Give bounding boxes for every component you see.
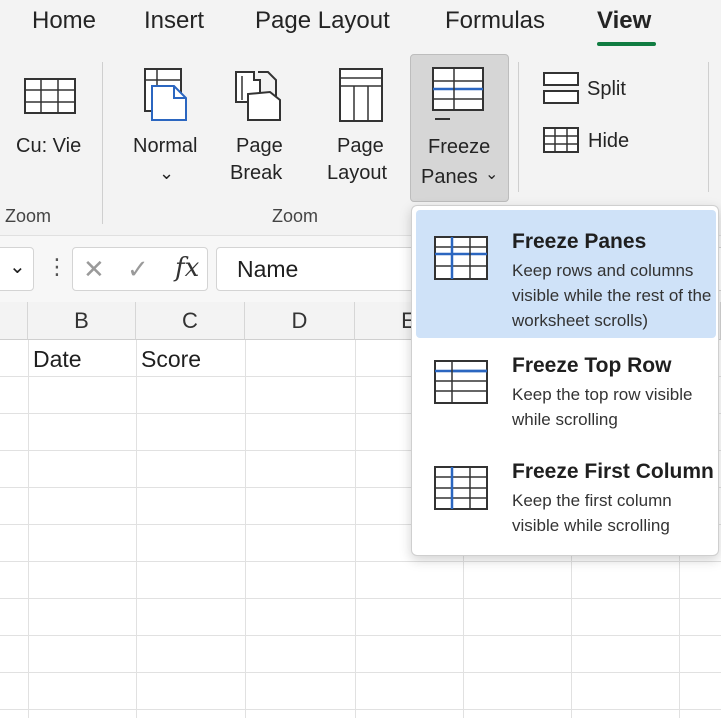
freeze-panes-menu: Freeze Panes Keep rows and columns visib… <box>411 205 719 556</box>
freeze-panes-label-2: Panes <box>421 166 478 188</box>
name-box[interactable]: ⌄ <box>0 247 34 291</box>
grid-line <box>28 340 29 718</box>
tab-home[interactable]: Home <box>32 7 96 35</box>
freeze-panes-label-1: Freeze <box>428 136 491 158</box>
menu-item-description: Keep the first column visible while scro… <box>512 491 672 535</box>
menu-item-freeze-panes[interactable]: Freeze Panes Keep rows and columns visib… <box>416 210 716 338</box>
normal-view-icon <box>144 68 187 121</box>
hide-icon <box>543 127 579 153</box>
enter-icon[interactable]: ✓ <box>127 254 149 285</box>
chevron-down-icon: ⌄ <box>9 256 26 278</box>
grid-line <box>0 672 721 673</box>
menu-item-title: Freeze Panes <box>512 230 647 253</box>
custom-views-label: Cu: Vie <box>16 135 82 157</box>
ribbon-tabs: Home Insert Page Layout Formulas View <box>0 0 721 48</box>
split-label: Split <box>587 78 626 100</box>
menu-item-title: Freeze Top Row <box>512 354 672 377</box>
page-break-label-2: Break <box>230 162 283 184</box>
grid-line <box>136 340 137 718</box>
ribbon-separator <box>102 62 103 224</box>
ribbon-separator <box>518 62 519 192</box>
ribbon-separator <box>708 62 709 192</box>
more-options-icon[interactable]: ⋮ <box>46 254 68 280</box>
column-header-c[interactable]: C <box>136 302 245 340</box>
custom-views-icon <box>24 78 76 114</box>
page-break-label-1: Page <box>236 135 283 157</box>
menu-item-description: Keep rows and columns visible while the … <box>512 261 712 330</box>
grid-line <box>0 709 721 710</box>
cell-c1[interactable]: Score <box>141 346 201 373</box>
chevron-down-icon: ⌄ <box>485 166 499 183</box>
freeze-panes-icon <box>434 236 488 280</box>
page-layout-label-1: Page <box>337 135 384 157</box>
tab-formulas[interactable]: Formulas <box>445 7 545 35</box>
row-header-corner[interactable] <box>0 302 28 340</box>
freeze-first-column-icon <box>434 466 488 510</box>
cell-b1[interactable]: Date <box>33 346 82 373</box>
column-header-b[interactable]: B <box>28 302 136 340</box>
page-layout-icon <box>339 68 383 122</box>
freeze-panes-button[interactable]: Freeze Panes ⌄ <box>410 54 509 202</box>
menu-item-freeze-top-row[interactable]: Freeze Top Row Keep the top row visible … <box>416 342 716 444</box>
active-tab-indicator <box>597 42 656 46</box>
menu-item-freeze-first-column[interactable]: Freeze First Column Keep the first colum… <box>416 448 716 550</box>
formula-controls: ✕ ✓ fx <box>72 247 208 291</box>
grid-line <box>0 598 721 599</box>
page-layout-label-2: Layout <box>327 162 388 184</box>
tab-view[interactable]: View <box>597 7 651 35</box>
menu-item-description: Keep the top row visible while scrolling <box>512 385 693 429</box>
freeze-panes-icon <box>432 67 484 120</box>
column-header-d[interactable]: D <box>245 302 355 340</box>
group-label-zoom-left: Zoom <box>5 206 52 226</box>
chevron-down-icon: ⌄ <box>159 163 175 183</box>
grid-line <box>355 340 356 718</box>
menu-item-title: Freeze First Column <box>512 460 714 483</box>
grid-line <box>245 340 246 718</box>
normal-view-label: Normal <box>133 135 198 157</box>
grid-line <box>0 561 721 562</box>
tab-insert[interactable]: Insert <box>144 7 204 35</box>
freeze-top-row-icon <box>434 360 488 404</box>
cancel-icon[interactable]: ✕ <box>83 254 105 285</box>
group-label-zoom: Zoom <box>272 206 319 226</box>
tab-page-layout[interactable]: Page Layout <box>255 7 390 35</box>
hide-label: Hide <box>588 130 630 152</box>
grid-line <box>0 635 721 636</box>
formula-value: Name <box>237 256 299 282</box>
split-icon <box>543 72 579 104</box>
insert-function-icon[interactable]: fx <box>175 253 199 283</box>
page-break-icon <box>235 71 281 121</box>
